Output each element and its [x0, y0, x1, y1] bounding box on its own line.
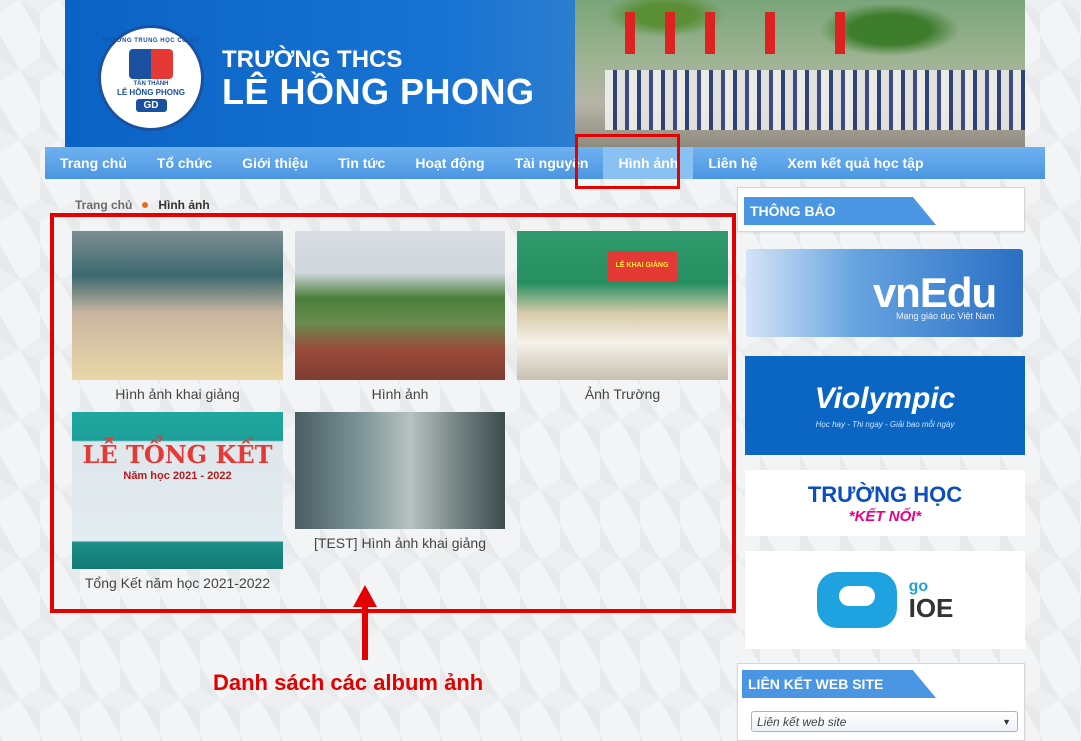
flag-decoration — [835, 12, 845, 54]
logo-book-icon — [129, 48, 173, 79]
logo-gd: GD — [135, 98, 167, 112]
ad-truong-hoc-ket-noi[interactable]: TRƯỜNG HỌC *KẾT NỐI* — [745, 470, 1025, 536]
nav-item-results[interactable]: Xem kết quả học tập — [772, 147, 938, 179]
nav-item-activities[interactable]: Hoạt động — [400, 147, 499, 179]
breadcrumb-dot-icon — [142, 202, 149, 208]
nav-item-contact[interactable]: Liên hệ — [693, 147, 772, 179]
album-title[interactable]: Ảnh Trường — [517, 386, 728, 402]
logo-ring-text: TRƯỜNG TRUNG HỌC CƠ SỞ — [102, 38, 200, 44]
ad-thkn-top: TRƯỜNG HỌC — [807, 481, 963, 507]
school-logo[interactable]: TRƯỜNG TRUNG HỌC CƠ SỞ TÂN THÀNH LÊ HỒNG… — [98, 25, 204, 131]
main-nav: Trang chủ Tổ chức Giới thiệu Tin tức Hoạ… — [45, 147, 1045, 179]
album-item[interactable]: LỄ TỔNG KẾT Năm học 2021 - 2022 Tổng Kết… — [72, 412, 283, 591]
flag-decoration — [625, 12, 635, 54]
notice-panel: THÔNG BÁO — [737, 187, 1025, 232]
ad-ioe-label: IOE — [908, 593, 954, 623]
album-item[interactable]: [TEST] Hình ảnh khai giảng — [295, 412, 505, 551]
nav-item-home[interactable]: Trang chủ — [45, 147, 142, 179]
album-thumbnail[interactable] — [72, 231, 283, 380]
breadcrumb: Trang chủ Hình ảnh — [75, 198, 210, 212]
header-banner — [65, 0, 1025, 148]
album-thumbnail-year: Năm học 2021 - 2022 — [123, 470, 232, 482]
album-title[interactable]: Hình ảnh — [295, 386, 505, 402]
nav-highlight-box — [575, 134, 680, 189]
ad-vnedu-sub: Mạng giáo dục Việt Nam — [896, 311, 995, 321]
banner-students — [605, 70, 1025, 130]
ad-violympic-sub: Học hay - Thi ngay - Giải bao mỗi ngày — [815, 420, 955, 429]
notice-title: THÔNG BÁO — [744, 197, 936, 225]
ioe-mascot-icon — [816, 572, 897, 628]
nav-item-organization[interactable]: Tổ chức — [142, 147, 227, 179]
school-type: TRƯỜNG THCS — [222, 46, 403, 73]
album-thumbnail[interactable]: LỄ KHAI GIẢNG — [517, 231, 728, 380]
album-thumbnail[interactable]: LỄ TỔNG KẾT Năm học 2021 - 2022 — [72, 412, 283, 569]
album-thumbnail-sign: LỄ KHAI GIẢNG — [607, 251, 677, 281]
flag-decoration — [665, 12, 675, 54]
album-item[interactable]: LỄ KHAI GIẢNG Ảnh Trường — [517, 231, 728, 402]
logo-town: TÂN THÀNH — [133, 80, 169, 87]
album-thumbnail[interactable] — [295, 412, 505, 529]
album-thumbnail-banner: LỄ TỔNG KẾT — [82, 440, 273, 469]
nav-item-about[interactable]: Giới thiệu — [227, 147, 323, 179]
ad-thkn-bottom: *KẾT NỐI* — [848, 507, 922, 525]
annotation-arrow-icon — [353, 585, 377, 660]
album-title[interactable]: [TEST] Hình ảnh khai giảng — [295, 535, 505, 551]
album-thumbnail[interactable] — [295, 231, 505, 380]
ad-violympic[interactable]: Violympic Học hay - Thi ngay - Giải bao … — [745, 356, 1025, 455]
ad-violympic-label: Violympic — [814, 382, 956, 415]
breadcrumb-current: Hình ảnh — [158, 198, 210, 212]
school-name: LÊ HỒNG PHONG — [222, 71, 535, 112]
links-title: LIÊN KẾT WEB SITE — [742, 670, 936, 698]
breadcrumb-home[interactable]: Trang chủ — [75, 198, 132, 212]
nav-item-news[interactable]: Tin tức — [323, 147, 400, 179]
album-title[interactable]: Tổng Kết năm học 2021-2022 — [72, 575, 283, 591]
ad-vnedu[interactable]: vnEdu Mạng giáo dục Việt Nam — [746, 249, 1023, 337]
website-links-selected: Liên kết web site — [757, 715, 847, 729]
chevron-down-icon: ▼ — [1002, 717, 1011, 727]
album-title[interactable]: Hình ảnh khai giảng — [72, 386, 283, 402]
album-item[interactable]: Hình ảnh — [295, 231, 505, 402]
website-links-select[interactable]: Liên kết web site ▼ — [751, 711, 1018, 732]
flag-decoration — [765, 12, 775, 54]
ad-go-ioe[interactable]: go IOE — [745, 551, 1025, 649]
annotation-label: Danh sách các album ảnh — [213, 670, 484, 695]
flag-decoration — [705, 12, 715, 54]
album-item[interactable]: Hình ảnh khai giảng — [72, 231, 283, 402]
logo-school: LÊ HỒNG PHONG — [116, 87, 185, 97]
ad-vnedu-label: vnEdu — [872, 269, 997, 316]
